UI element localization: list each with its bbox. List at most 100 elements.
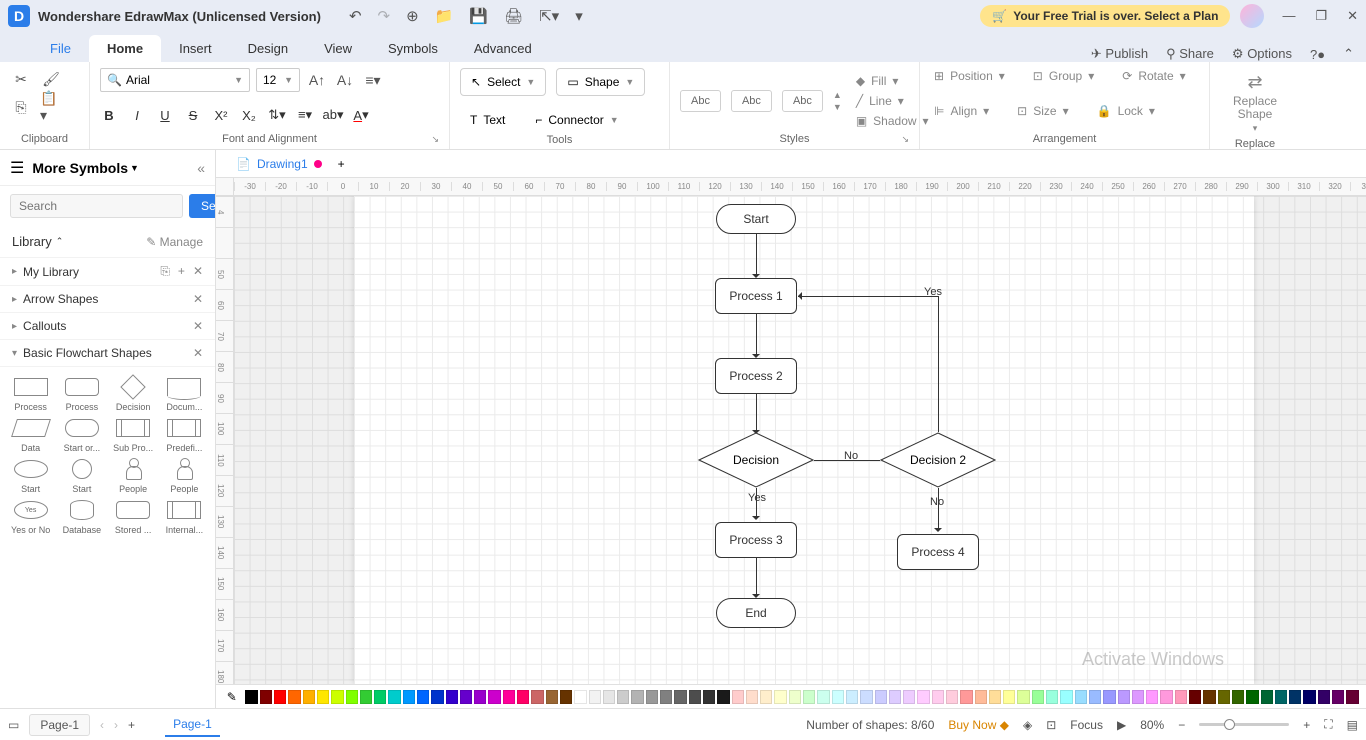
zoom-out-icon[interactable]: − xyxy=(1178,718,1185,732)
highlight-icon[interactable]: ab▾ xyxy=(324,104,342,126)
shape-subproc[interactable]: Sub Pro... xyxy=(109,416,158,453)
flowchart-process3[interactable]: Process 3 xyxy=(715,522,797,558)
color-swatch[interactable] xyxy=(646,690,658,704)
shape-data[interactable]: Data xyxy=(6,416,55,453)
decrease-font-icon[interactable]: A↓ xyxy=(334,69,356,91)
publish-button[interactable]: ✈ Publish xyxy=(1091,46,1148,62)
qat-more-icon[interactable]: ▾ xyxy=(575,7,583,25)
tab-home[interactable]: Home xyxy=(89,35,161,62)
color-swatch[interactable] xyxy=(932,690,944,704)
color-swatch[interactable] xyxy=(1003,690,1015,704)
color-swatch[interactable] xyxy=(446,690,458,704)
line-spacing-icon[interactable]: ⇅▾ xyxy=(268,104,286,126)
document-tab[interactable]: 📄 Drawing1 xyxy=(228,153,330,175)
eyedropper-icon[interactable]: ✎ xyxy=(224,688,239,706)
paste-icon[interactable]: 📋▾ xyxy=(40,96,62,118)
color-swatch[interactable] xyxy=(1232,690,1244,704)
underline-button[interactable]: U xyxy=(156,108,174,123)
color-swatch[interactable] xyxy=(403,690,415,704)
font-color-icon[interactable]: A▾ xyxy=(352,104,370,126)
tab-view[interactable]: View xyxy=(306,35,370,62)
close-icon[interactable]: ✕ xyxy=(1347,8,1358,24)
lock-button[interactable]: 🔒Lock▾ xyxy=(1093,103,1159,119)
color-swatch[interactable] xyxy=(817,690,829,704)
color-swatch[interactable] xyxy=(1118,690,1130,704)
shape-start[interactable]: Start xyxy=(6,457,55,494)
style-scroll-up[interactable]: ▲ xyxy=(833,90,842,100)
color-swatch[interactable] xyxy=(1261,690,1273,704)
color-swatch[interactable] xyxy=(674,690,686,704)
tab-advanced[interactable]: Advanced xyxy=(456,35,550,62)
panels-icon[interactable]: ▤ xyxy=(1347,718,1358,732)
color-swatch[interactable] xyxy=(732,690,744,704)
page-layout-icon[interactable]: ▭ xyxy=(8,718,19,732)
zoom-slider[interactable] xyxy=(1199,723,1289,726)
color-swatch[interactable] xyxy=(1303,690,1315,704)
library-label[interactable]: Library xyxy=(12,234,52,249)
section-flowchart[interactable]: Basic Flowchart Shapes xyxy=(23,346,152,360)
zoom-level[interactable]: 80% xyxy=(1140,718,1164,732)
redo-icon[interactable]: ↷ xyxy=(378,7,391,25)
shape-stored[interactable]: Stored ... xyxy=(109,498,158,535)
color-swatch[interactable] xyxy=(388,690,400,704)
color-swatch[interactable] xyxy=(660,690,672,704)
color-swatch[interactable] xyxy=(346,690,358,704)
collapse-ribbon-icon[interactable]: ⌃ xyxy=(1343,46,1354,62)
color-swatch[interactable] xyxy=(917,690,929,704)
add-page-icon[interactable]: + xyxy=(128,718,135,732)
shape-database[interactable]: Database xyxy=(57,498,106,535)
color-swatch[interactable] xyxy=(560,690,572,704)
save-icon[interactable]: 💾 xyxy=(469,7,488,25)
color-swatch[interactable] xyxy=(1132,690,1144,704)
color-swatch[interactable] xyxy=(689,690,701,704)
section-callouts[interactable]: Callouts xyxy=(23,319,66,333)
styles-dialog-launcher[interactable]: ↘ xyxy=(901,134,909,145)
shape-document[interactable]: Docum... xyxy=(160,375,209,412)
collapse-panel-icon[interactable]: « xyxy=(197,160,205,176)
color-swatch[interactable] xyxy=(946,690,958,704)
color-swatch[interactable] xyxy=(603,690,615,704)
strike-button[interactable]: S xyxy=(184,108,202,123)
section-close-3[interactable]: ✕ xyxy=(193,346,203,360)
color-swatch[interactable] xyxy=(746,690,758,704)
hamburger-icon[interactable]: ☰ xyxy=(10,158,24,178)
color-swatch[interactable] xyxy=(360,690,372,704)
replace-shape-button[interactable]: ⇄ Replace Shape ▾ xyxy=(1225,68,1285,138)
color-swatch[interactable] xyxy=(903,690,915,704)
color-swatch[interactable] xyxy=(531,690,543,704)
section-mylibrary[interactable]: My Library xyxy=(23,265,79,279)
shape-decision[interactable]: Decision xyxy=(109,375,158,412)
italic-button[interactable]: I xyxy=(128,108,146,123)
rotate-button[interactable]: ⟳Rotate▾ xyxy=(1118,68,1189,84)
trial-banner[interactable]: 🛒 Your Free Trial is over. Select a Plan xyxy=(980,5,1230,27)
new-tab-button[interactable]: + xyxy=(338,157,345,171)
color-swatch[interactable] xyxy=(1318,690,1330,704)
shape-people[interactable]: People xyxy=(109,457,158,494)
flowchart-end[interactable]: End xyxy=(716,598,796,628)
shape-predef[interactable]: Predefi... xyxy=(160,416,209,453)
color-swatch[interactable] xyxy=(975,690,987,704)
color-swatch[interactable] xyxy=(1103,690,1115,704)
share-button[interactable]: ⚲ Share xyxy=(1166,46,1214,62)
group-button[interactable]: ⊡Group▾ xyxy=(1029,68,1098,84)
font-name-select[interactable]: 🔍Arial▼ xyxy=(100,68,250,92)
color-swatch[interactable] xyxy=(317,690,329,704)
color-swatch[interactable] xyxy=(760,690,772,704)
color-swatch[interactable] xyxy=(517,690,529,704)
color-swatch[interactable] xyxy=(460,690,472,704)
presentation-icon[interactable]: ▶ xyxy=(1117,718,1126,732)
page-selector[interactable]: Page-1 xyxy=(29,714,90,736)
section-arrows[interactable]: Arrow Shapes xyxy=(23,292,98,306)
focus-mode-icon[interactable]: ⊡ xyxy=(1046,718,1056,732)
open-icon[interactable]: 📁 xyxy=(435,7,454,25)
lib-close[interactable]: ✕ xyxy=(193,264,203,279)
style-preset-1[interactable]: Abc xyxy=(680,90,721,112)
lib-action-1[interactable]: ⎘ xyxy=(160,264,170,279)
color-swatch[interactable] xyxy=(574,690,586,704)
color-swatch[interactable] xyxy=(1189,690,1201,704)
color-swatch[interactable] xyxy=(1203,690,1215,704)
subscript-button[interactable]: X₂ xyxy=(240,108,258,123)
shape-process2[interactable]: Process xyxy=(57,375,106,412)
symbol-search-input[interactable] xyxy=(10,194,183,218)
bullets-icon[interactable]: ≡▾ xyxy=(296,104,314,126)
